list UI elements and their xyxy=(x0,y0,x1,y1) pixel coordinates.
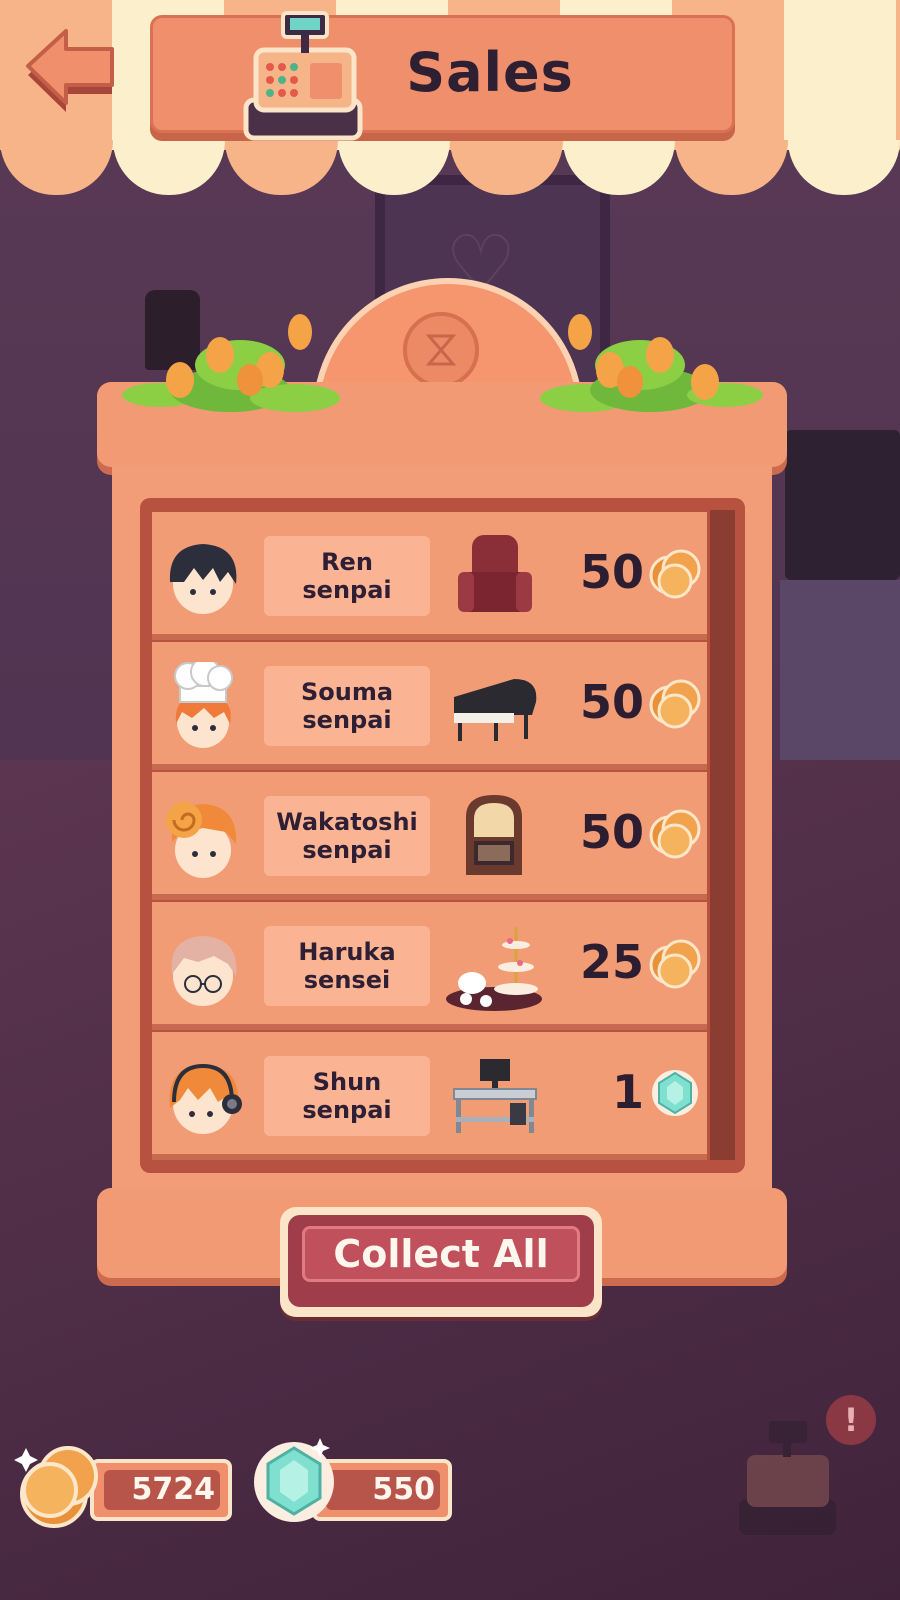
customer-name: Wakatoshi senpai xyxy=(264,796,430,876)
haruka-avatar-icon xyxy=(171,936,237,1006)
background-monitor xyxy=(785,430,900,580)
shun-avatar-icon xyxy=(169,1063,242,1134)
sale-amount: 1 xyxy=(611,1065,644,1119)
tulip-plant-left-icon xyxy=(122,314,340,412)
coin-icon xyxy=(649,679,701,729)
computer-desk-icon xyxy=(453,1059,537,1133)
back-arrow-icon xyxy=(26,29,114,112)
background-desk xyxy=(780,580,900,760)
sale-amount: 25 xyxy=(579,935,644,989)
wakatoshi-avatar-icon xyxy=(166,802,237,878)
sale-row[interactable]: Wakatoshi senpai 50 xyxy=(152,772,707,894)
back-button[interactable] xyxy=(22,22,122,112)
customer-name: Ren senpai xyxy=(264,536,430,616)
emblem-icon xyxy=(403,312,479,388)
customer-name: Haruka sensei xyxy=(264,926,430,1006)
coin-stack-icon xyxy=(14,1446,98,1528)
gem-balance: 550 xyxy=(372,1472,435,1507)
gem-icon xyxy=(652,1070,698,1116)
gem-icon xyxy=(254,1438,334,1522)
cash-register-icon xyxy=(243,11,363,141)
sale-amount: 50 xyxy=(579,545,644,599)
armchair-icon xyxy=(458,535,532,612)
coin-icon xyxy=(649,809,701,859)
jukebox-icon xyxy=(466,795,522,875)
sale-amount: 50 xyxy=(579,805,644,859)
customer-name: Souma senpai xyxy=(264,666,430,746)
coin-icon xyxy=(649,549,701,599)
sale-amount: 50 xyxy=(579,675,644,729)
sale-row[interactable]: Souma senpai 50 xyxy=(152,642,707,764)
awning-scallops xyxy=(0,140,900,200)
shelf-side xyxy=(710,510,735,1160)
sale-row[interactable]: Ren senpai 50 xyxy=(152,512,707,634)
ren-avatar-icon xyxy=(169,544,237,614)
coin-icon xyxy=(649,939,701,989)
collect-all-label[interactable]: Collect All xyxy=(302,1226,580,1282)
customer-name: Shun senpai xyxy=(264,1056,430,1136)
tea-set-icon xyxy=(446,927,542,1011)
cash-register-shortcut-icon[interactable] xyxy=(735,1415,840,1540)
coin-balance: 5724 xyxy=(131,1472,216,1507)
souma-avatar-icon xyxy=(174,662,233,748)
sale-row[interactable]: Haruka sensei 25 xyxy=(152,902,707,1024)
sale-row[interactable]: Shun senpai 1 xyxy=(152,1032,707,1154)
tulip-plant-right-icon xyxy=(540,314,763,412)
alert-badge[interactable]: ! xyxy=(826,1395,876,1445)
grand-piano-icon xyxy=(454,679,537,741)
